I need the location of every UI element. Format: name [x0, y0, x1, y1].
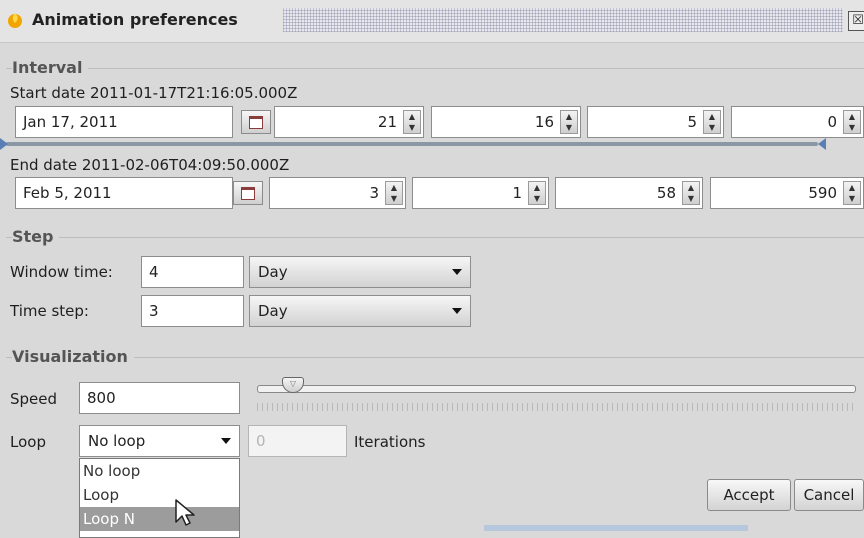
start-hour-value: 21: [377, 113, 397, 131]
visualization-section-title: Visualization: [12, 347, 134, 366]
start-minute-spinner[interactable]: 16 ▲ ▼: [431, 106, 581, 138]
end-millisecond-spinner[interactable]: 590 ▲ ▼: [710, 177, 864, 209]
speed-slider-ticks: [257, 403, 854, 411]
time-step-unit-value: Day: [258, 302, 288, 320]
step-section-title: Step: [12, 227, 60, 246]
loop-option-loop[interactable]: Loop: [80, 483, 239, 507]
chevron-down-icon: [221, 438, 231, 444]
interval-section-title: Interval: [12, 58, 89, 77]
spinner-arrows-icon[interactable]: ▲ ▼: [403, 110, 421, 134]
start-hour-spinner[interactable]: 21 ▲ ▼: [274, 106, 424, 138]
visualization-divider: [6, 357, 864, 358]
window-time-unit-value: Day: [258, 263, 288, 281]
start-second-spinner[interactable]: 5 ▲ ▼: [587, 106, 724, 138]
spinner-arrows-icon[interactable]: ▲ ▼: [682, 181, 700, 205]
range-end-handle[interactable]: [818, 138, 826, 150]
mouse-pointer-icon: [175, 499, 195, 526]
time-step-value: 3: [149, 302, 159, 320]
loop-dropdown[interactable]: No loop: [79, 425, 240, 457]
start-minute-value: 16: [534, 113, 554, 131]
iterations-value: 0: [256, 432, 266, 450]
start-date-field[interactable]: Jan 17, 2011: [15, 106, 233, 138]
start-second-value: 5: [687, 113, 697, 131]
window-title: Animation preferences: [32, 10, 238, 29]
accept-button[interactable]: Accept: [707, 479, 791, 511]
spinner-arrows-icon[interactable]: ▲ ▼: [843, 181, 861, 205]
window-time-label: Window time:: [10, 263, 113, 281]
interval-divider: [6, 68, 864, 69]
calendar-icon: [249, 115, 263, 129]
speed-input[interactable]: 800: [79, 382, 240, 414]
iterations-input[interactable]: 0: [248, 425, 347, 457]
speed-slider-track[interactable]: [257, 385, 856, 393]
end-date-label: End date 2011-02-06T04:09:50.000Z: [10, 156, 290, 174]
loop-option-loop-n[interactable]: Loop N: [80, 507, 239, 531]
iterations-label: Iterations: [354, 433, 426, 451]
speed-value: 800: [87, 389, 116, 407]
time-step-label: Time step:: [10, 302, 89, 320]
end-date-value: Feb 5, 2011: [23, 184, 112, 202]
end-minute-value: 1: [512, 184, 522, 202]
spinner-arrows-icon[interactable]: ▲ ▼: [385, 181, 403, 205]
start-millisecond-spinner[interactable]: 0 ▲ ▼: [731, 106, 864, 138]
taskbar-strip: [484, 525, 748, 531]
spinner-arrows-icon[interactable]: ▲ ▼: [528, 181, 546, 205]
cancel-button[interactable]: Cancel: [794, 479, 864, 511]
loop-option-no-loop[interactable]: No loop: [80, 459, 239, 483]
end-millisecond-value: 590: [808, 184, 837, 202]
window-time-input[interactable]: 4: [141, 256, 244, 288]
end-date-field[interactable]: Feb 5, 2011: [15, 177, 233, 209]
step-divider: [6, 237, 864, 238]
end-minute-spinner[interactable]: 1 ▲ ▼: [412, 177, 549, 209]
calendar-icon: [241, 186, 255, 200]
title-bar-pattern: [283, 8, 843, 32]
spinner-arrows-icon[interactable]: ▲ ▼: [560, 110, 578, 134]
range-start-handle[interactable]: [0, 138, 8, 150]
loop-label: Loop: [10, 433, 46, 451]
spinner-arrows-icon[interactable]: ▲ ▼: [843, 110, 861, 134]
spinner-arrows-icon[interactable]: ▲ ▼: [703, 110, 721, 134]
time-step-unit-dropdown[interactable]: Day: [249, 295, 471, 327]
interval-range-track[interactable]: [6, 142, 818, 146]
loop-selected-value: No loop: [88, 432, 146, 450]
start-millisecond-value: 0: [827, 113, 837, 131]
app-flame-icon: [8, 13, 22, 28]
window-time-value: 4: [149, 263, 159, 281]
end-hour-value: 3: [369, 184, 379, 202]
end-hour-spinner[interactable]: 3 ▲ ▼: [269, 177, 406, 209]
start-date-label: Start date 2011-01-17T21:16:05.000Z: [10, 84, 298, 102]
window-time-unit-dropdown[interactable]: Day: [249, 256, 471, 288]
end-second-spinner[interactable]: 58 ▲ ▼: [555, 177, 703, 209]
chevron-down-icon: [452, 269, 462, 275]
start-calendar-button[interactable]: [241, 110, 271, 134]
loop-options-popup[interactable]: No loop Loop Loop N: [79, 458, 240, 538]
speed-label: Speed: [10, 390, 58, 408]
end-second-value: 58: [656, 184, 676, 202]
time-step-input[interactable]: 3: [141, 295, 244, 327]
chevron-down-icon: [452, 308, 462, 314]
start-date-value: Jan 17, 2011: [23, 113, 118, 131]
end-calendar-button[interactable]: [233, 181, 263, 205]
close-button[interactable]: ☒: [848, 11, 864, 31]
